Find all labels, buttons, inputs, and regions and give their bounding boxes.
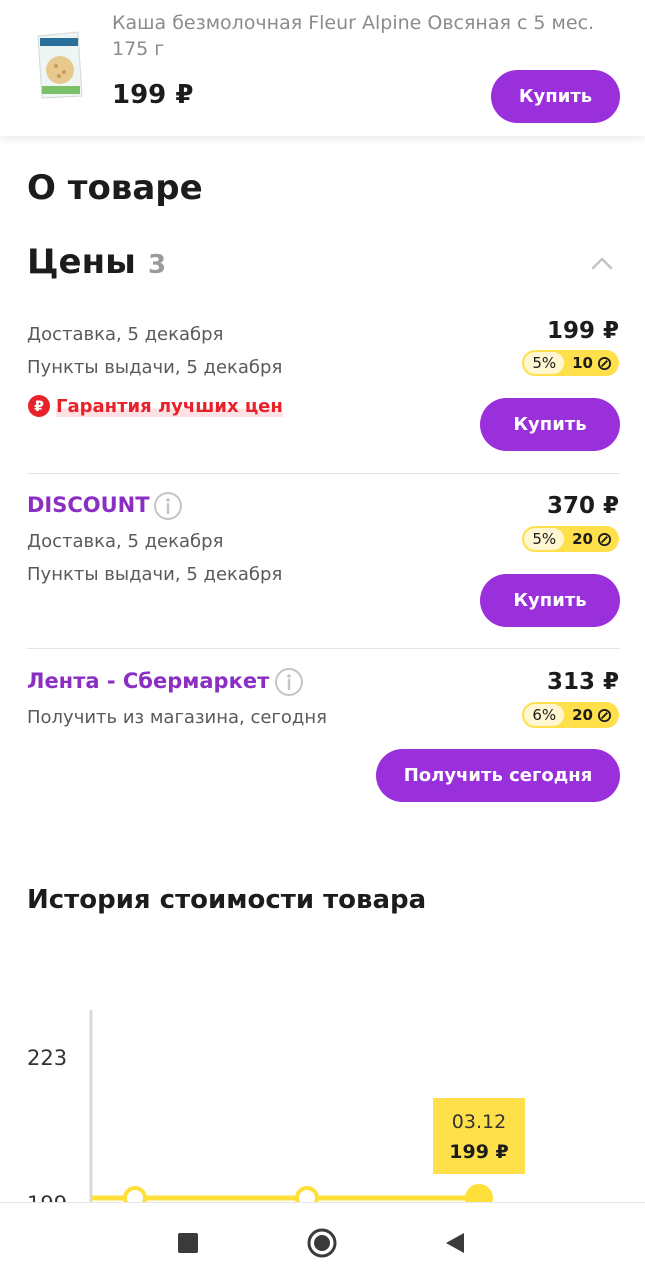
divider xyxy=(27,473,620,474)
ruble-icon: ₽ xyxy=(28,395,50,417)
price-history-heading: История стоимости товара xyxy=(27,885,427,915)
get-today-button[interactable]: Получить сегодня xyxy=(376,749,620,802)
offer-price: 313 ₽ xyxy=(546,669,619,695)
product-title: Каша безмолочная Fleur Alpine Овсяная с … xyxy=(112,12,595,60)
offer-buy-button[interactable]: Купить xyxy=(480,398,620,451)
prices-heading: Цены xyxy=(27,242,136,282)
home-icon[interactable] xyxy=(306,1227,338,1259)
bonus-points: 10 xyxy=(564,354,617,372)
y-tick-label: 223 xyxy=(27,1046,67,1070)
offer-delivery: Доставка, 5 декабря xyxy=(27,531,224,552)
bonus-badge: 6% 20 xyxy=(522,702,619,728)
bonus-points-value: 20 xyxy=(572,706,593,724)
bonus-badge: 5% 20 xyxy=(522,526,619,552)
price-point[interactable] xyxy=(123,1186,147,1202)
divider xyxy=(27,648,620,649)
about-heading: О товаре xyxy=(27,168,203,208)
offer-buy-button[interactable]: Купить xyxy=(480,574,620,627)
bonus-points: 20 xyxy=(564,706,617,724)
product-sticky-header: Каша безмолочная Fleur Alpine Овсяная с … xyxy=(0,0,645,136)
bonus-points-value: 20 xyxy=(572,530,593,548)
bonus-points: 20 xyxy=(564,530,617,548)
product-thumbnail[interactable] xyxy=(34,30,86,100)
price-point[interactable] xyxy=(295,1186,319,1202)
header-buy-button[interactable]: Купить xyxy=(491,70,620,123)
offer-delivery: Доставка, 5 декабря xyxy=(27,324,224,345)
system-navigation-bar xyxy=(0,1202,645,1280)
best-price-guarantee[interactable]: ₽ Гарантия лучших цен xyxy=(28,395,283,417)
offer-price: 199 ₽ xyxy=(546,318,619,344)
product-price: 199 ₽ xyxy=(112,80,194,110)
offer-pickup: Получить из магазина, сегодня xyxy=(27,707,327,728)
coin-icon xyxy=(597,708,612,722)
cashback-percent: 5% xyxy=(524,352,565,374)
offer-pickup: Пункты выдачи, 5 декабря xyxy=(27,357,283,378)
coin-icon xyxy=(597,356,612,370)
bonus-badge: 5% 10 xyxy=(522,350,619,376)
y-tick-label: 199 xyxy=(27,1192,67,1202)
recent-apps-icon[interactable] xyxy=(178,1233,198,1253)
offer-price: 370 ₽ xyxy=(546,493,619,519)
chevron-up-icon[interactable] xyxy=(590,254,614,272)
info-icon[interactable] xyxy=(274,667,304,697)
seller-link[interactable]: Лента - Сбермаркет xyxy=(27,669,269,693)
price-point[interactable] xyxy=(465,1184,493,1202)
price-history-svg: 223 199 03.12 199 ₽ xyxy=(27,1010,525,1202)
back-icon[interactable] xyxy=(444,1231,466,1255)
cashback-percent: 6% xyxy=(524,704,565,726)
seller-link[interactable]: DISCOUNT xyxy=(27,493,150,517)
guarantee-label: Гарантия лучших цен xyxy=(56,395,283,417)
coin-icon xyxy=(597,532,612,546)
price-history-chart: 223 199 03.12 199 ₽ xyxy=(0,980,645,1202)
cashback-percent: 5% xyxy=(524,528,565,550)
tooltip-value: 199 ₽ xyxy=(449,1141,509,1163)
tooltip-date: 03.12 xyxy=(452,1111,506,1133)
prices-count: 3 xyxy=(148,250,167,280)
offer-pickup: Пункты выдачи, 5 декабря xyxy=(27,564,283,585)
info-icon[interactable] xyxy=(153,491,183,521)
chart-tooltip: 03.12 199 ₽ xyxy=(433,1098,525,1174)
bonus-points-value: 10 xyxy=(572,354,593,372)
